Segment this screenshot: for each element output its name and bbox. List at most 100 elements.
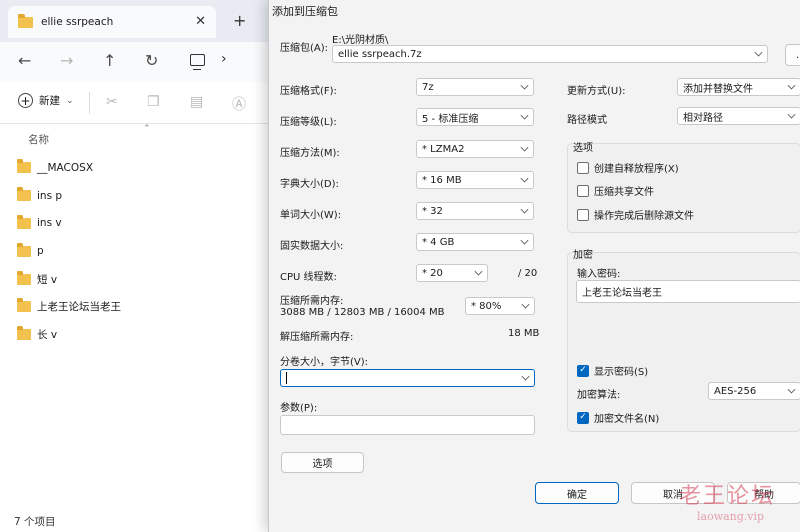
path-mode-label: 路径模式 [567, 115, 607, 126]
explorer-tab[interactable]: ellie ssrpeach ✕ [8, 6, 216, 38]
browse-button[interactable]: ... [785, 44, 800, 66]
chevron-down-icon [520, 236, 529, 245]
list-item[interactable]: 长 v [0, 321, 268, 349]
dialog-title: 添加到压缩包 [272, 5, 338, 18]
column-header: ⌃ 名称 [0, 124, 268, 152]
file-name: 长 v [37, 329, 58, 342]
decomp-memory-label: 解压缩所需内存: [280, 332, 354, 343]
memory-percent-value: * 80% [471, 300, 502, 312]
chevron-down-icon [520, 205, 529, 214]
options-button[interactable]: 选项 [281, 452, 364, 473]
divider [89, 92, 90, 114]
up-arrow-icon[interactable]: ↑ [103, 51, 116, 70]
path-mode-combo[interactable]: 相对路径 [677, 107, 800, 125]
threads-label: CPU 线程数: [280, 272, 337, 283]
folder-icon [17, 159, 31, 174]
sort-caret-icon: ⌃ [143, 124, 151, 134]
solid-combo[interactable]: * 4 GB [416, 233, 534, 251]
format-combo[interactable]: 7z [416, 78, 534, 96]
checkbox-box [577, 208, 589, 221]
folder-icon [17, 187, 31, 202]
chevron-down-icon [787, 385, 796, 394]
refresh-icon[interactable]: ↻ [145, 51, 158, 70]
list-item[interactable]: 短 v [0, 265, 268, 293]
chevron-down-icon [474, 267, 483, 276]
method-value: * LZMA2 [422, 143, 465, 155]
chevron-down-icon [520, 143, 529, 152]
split-label: 分卷大小，字节(V): [280, 357, 369, 368]
new-button[interactable]: + 新建 ⌄ [18, 93, 74, 108]
file-name: ins p [37, 189, 63, 202]
solid-value: * 4 GB [422, 236, 455, 248]
archive-label: 压缩包(A): [280, 43, 329, 54]
encryption-method-combo[interactable]: AES-256 [708, 382, 800, 400]
dict-label: 字典大小(D): [280, 179, 339, 190]
file-name: 上老王论坛当老王 [37, 301, 121, 314]
new-tab-button[interactable]: + [233, 11, 246, 30]
plus-circle-icon: + [18, 93, 33, 108]
paste-icon[interactable]: ▤ [190, 94, 203, 110]
encrypt-names-checkbox[interactable]: ✓ 加密文件名(N) [577, 410, 659, 425]
list-item[interactable]: ins v [0, 210, 268, 238]
close-icon[interactable]: ✕ [195, 14, 206, 29]
level-value: 5 - 标准压缩 [422, 113, 479, 125]
chevron-down-icon [787, 81, 796, 90]
checkbox-box [577, 161, 589, 174]
options-group-title: 选项 [573, 143, 593, 154]
cut-icon[interactable]: ✂ [106, 94, 118, 110]
rename-icon[interactable]: Ⓐ [232, 94, 246, 114]
password-input[interactable]: 上老王论坛当老王 [576, 280, 800, 303]
threads-max: / 20 [518, 268, 538, 279]
forward-arrow-icon[interactable]: → [60, 51, 73, 70]
checkbox-box [577, 184, 589, 197]
list-item[interactable]: ins p [0, 182, 268, 210]
level-combo[interactable]: 5 - 标准压缩 [416, 108, 534, 126]
memory-percent-combo[interactable]: * 80% [465, 297, 535, 315]
encryption-method-label: 加密算法: [577, 390, 621, 401]
update-value: 添加并替换文件 [683, 83, 753, 95]
dict-combo[interactable]: * 16 MB [416, 171, 534, 189]
archive-name-combo[interactable]: ellie ssrpeach.7z [332, 45, 768, 63]
column-name-header[interactable]: 名称 [28, 132, 49, 147]
update-combo[interactable]: 添加并替换文件 [677, 78, 800, 96]
check-icon: ✓ [577, 411, 589, 424]
delete-after-checkbox[interactable]: 操作完成后删除源文件 [577, 207, 694, 222]
copy-icon[interactable]: ❐ [147, 94, 160, 110]
format-label: 压缩格式(F): [280, 86, 337, 97]
split-combo[interactable] [280, 369, 535, 387]
chevron-down-icon [520, 81, 529, 90]
back-arrow-icon[interactable]: ← [18, 51, 31, 70]
dict-value: * 16 MB [422, 174, 462, 186]
chevron-down-icon [520, 111, 529, 120]
method-combo[interactable]: * LZMA2 [416, 140, 534, 158]
monitor-icon[interactable] [190, 54, 205, 70]
create-sfx-checkbox[interactable]: 创建自释放程序(X) [577, 160, 679, 175]
solid-label: 固实数据大小: [280, 241, 344, 252]
folder-icon [17, 242, 31, 257]
word-combo[interactable]: * 32 [416, 202, 534, 220]
encryption-group-title: 加密 [573, 250, 593, 261]
list-item[interactable]: p [0, 237, 268, 265]
path-mode-value: 相对路径 [683, 112, 723, 124]
list-item[interactable]: __MACOSX [0, 154, 268, 182]
memory-detail: 3088 MB / 12803 MB / 16004 MB [280, 307, 445, 318]
threads-combo[interactable]: * 20 [416, 264, 488, 282]
folder-icon [17, 326, 31, 341]
chevron-down-icon [520, 174, 529, 183]
compress-shared-checkbox[interactable]: 压缩共享文件 [577, 183, 654, 198]
chevron-right-icon[interactable]: › [221, 51, 227, 67]
update-label: 更新方式(U): [567, 86, 626, 97]
show-password-checkbox[interactable]: ✓ 显示密码(S) [577, 363, 648, 378]
chevron-down-icon: ⌄ [66, 95, 74, 106]
checkbox-label: 创建自释放程序(X) [594, 164, 679, 175]
watermark-sub: laowang.vip [697, 510, 765, 523]
list-item[interactable]: 上老王论坛当老王 [0, 293, 268, 321]
add-to-archive-dialog: 添加到压缩包 压缩包(A): E:\光阴材质\ ellie ssrpeach.7… [268, 0, 800, 532]
ok-button[interactable]: 确定 [535, 482, 619, 504]
checkbox-label: 加密文件名(N) [594, 414, 660, 425]
params-input[interactable] [280, 415, 535, 435]
chevron-down-icon [787, 110, 796, 119]
method-label: 压缩方法(M): [280, 148, 340, 159]
file-name: 短 v [37, 273, 58, 286]
file-list: __MACOSX ins p ins v p 短 v 上老王论坛当老王 长 v [0, 154, 268, 349]
